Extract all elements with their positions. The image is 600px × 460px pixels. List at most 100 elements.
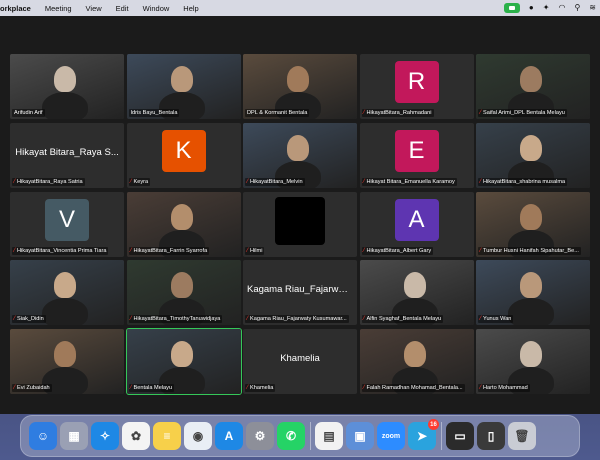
participant-avatar: A — [394, 198, 439, 241]
participant-name-label: ⁄ Harto Mohammad — [478, 384, 530, 392]
muted-mic-icon: ⁄ — [480, 247, 482, 254]
person-head-shape — [54, 66, 76, 92]
dock-app-store-icon[interactable]: A — [215, 422, 243, 450]
participant-name-text: Khamelia — [250, 385, 274, 391]
dock-launchpad-icon[interactable]: ▦ — [60, 422, 88, 450]
muted-mic-icon: ⁄ — [247, 178, 249, 185]
dock-document-icon[interactable]: ▯ — [477, 422, 505, 450]
participant-name-text: Arifudin Arif — [14, 110, 43, 116]
participant-tile[interactable]: E ⁄ Hikayat Bitara_Emanuella Karamoy — [359, 122, 474, 188]
participant-name-text: Bentala Melayu — [133, 385, 173, 391]
muted-mic-icon: ⁄ — [247, 247, 249, 254]
person-body-shape — [42, 92, 88, 119]
person-head-shape — [520, 134, 542, 161]
muted-mic-icon: ⁄ — [363, 178, 365, 185]
dock-trash-icon[interactable]: 🗑 — [508, 422, 536, 450]
participant-tile[interactable]: ⁄ Saifal Arimi_DPL Bentala Melayu — [476, 54, 590, 119]
dock-telegram-icon[interactable]: ➤ 16 — [408, 419, 439, 450]
person-head-shape — [403, 272, 426, 299]
participant-tile[interactable]: Hikayat Bitara_Raya S... ⁄ HikayatBitara_R… — [10, 122, 124, 188]
participant-name-label: ⁄ HikayatBitara_Albert Gary — [361, 246, 434, 255]
participant-tile[interactable]: ⁄ Falah Ramadhan Mohamad_Bentala... — [359, 329, 474, 394]
zoom-status-icon[interactable] — [503, 3, 520, 13]
muted-mic-icon: ⁄ — [247, 316, 249, 323]
participant-tile[interactable]: A ⁄ HikayatBitara_Albert Gary — [359, 191, 474, 257]
participant-name-text: DPL & Kormanit Bentala — [247, 110, 308, 116]
participant-tile[interactable]: Idris Bayu_Bentala — [126, 54, 241, 119]
participant-name-label: ⁄ Tumbur Husni Hanifah Sipahutar_Be... — [478, 246, 581, 255]
person-head-shape — [54, 341, 76, 367]
participant-tile[interactable]: ⁄ HikayatBitara_Farrin Syarrofa — [126, 191, 241, 257]
participant-tile[interactable]: ⁄ Alfin Syaghaf_Bentala Melayu — [359, 260, 474, 326]
participant-name-text: HikayatBitara_Raya Satria — [17, 178, 83, 185]
participant-name-label: ⁄ HikayatBitara_Rahmadani — [361, 109, 434, 117]
participant-name-label: Idris Bayu_Bentala — [128, 109, 180, 117]
person-head-shape — [54, 272, 76, 299]
control-center-icon[interactable]: ≋ — [589, 0, 596, 16]
muted-mic-icon: ⁄ — [14, 178, 16, 185]
dock-separator — [310, 422, 311, 450]
participant-tile[interactable]: R ⁄ HikayatBitara_Rahmadani — [359, 54, 474, 119]
menu-help[interactable]: Help — [176, 4, 205, 13]
menu-meeting[interactable]: Meeting — [38, 4, 79, 13]
participant-name-label: ⁄ Evi Zubaidah — [12, 384, 52, 392]
participant-tile[interactable]: ⁄ Yunus Wan — [476, 260, 590, 326]
participant-name-text: Alfin Syaghaf_Bentala Melayu — [366, 316, 442, 323]
muted-mic-icon: ⁄ — [130, 178, 132, 185]
wifi-icon[interactable]: ◠ — [558, 0, 565, 16]
macos-menu-bar: orkplace Meeting View Edit Window Help ●… — [0, 0, 600, 16]
participant-tile[interactable]: ⁄ Harto Mohammad — [476, 329, 590, 394]
participant-name-text: Hikayat Bitara_Emanuella Karamoy — [366, 178, 455, 185]
participant-name-text: Hilmi — [250, 247, 263, 254]
app-menu[interactable]: orkplace — [0, 4, 38, 13]
participant-name-text: HikayatBitara_Rahmadani — [366, 110, 432, 116]
participant-tile[interactable]: DPL & Kormanit Bentala — [243, 54, 357, 119]
dock-zoom-icon[interactable]: zoom — [377, 422, 405, 450]
dock-photos-icon[interactable]: ✿ — [122, 422, 150, 450]
participant-name-label: ⁄ Kagama Riau_Fajarwaty Kusumawar... — [245, 315, 349, 324]
muted-mic-icon: ⁄ — [247, 385, 249, 391]
dock-chrome-icon[interactable]: ◉ — [184, 422, 212, 450]
participant-name-label: ⁄ HikayatBitara_Raya Satria — [12, 177, 85, 186]
muted-mic-icon: ⁄ — [480, 110, 482, 116]
participant-tile[interactable]: ⁄ Siak_Didin — [10, 260, 124, 326]
participant-avatar: R — [394, 61, 439, 103]
muted-mic-icon: ⁄ — [130, 385, 132, 391]
participant-tile[interactable]: K ⁄ Keyra — [126, 122, 241, 188]
participant-name-text: Tumbur Husni Hanifah Sipahutar_Be... — [483, 247, 579, 254]
dock-notes-icon[interactable]: ≡ — [153, 422, 181, 450]
participant-tile[interactable]: ⁄ Hilmi — [243, 191, 357, 257]
menu-window[interactable]: Window — [136, 4, 177, 13]
dock-system-settings-icon[interactable]: ⚙ — [246, 422, 274, 450]
participant-avatar: K — [161, 129, 206, 172]
participant-tile[interactable]: ⁄ Evi Zubaidah — [10, 329, 124, 394]
search-icon[interactable]: ⚲ — [574, 0, 580, 16]
participant-tile[interactable]: ⁄ Bentala Melayu — [125, 328, 242, 395]
dock-finder-icon[interactable]: ☺ — [29, 422, 57, 450]
participant-tile[interactable]: ⁄ HikayatBitara_Melvin — [243, 122, 357, 188]
participant-tile[interactable]: Kagama Riau_Fajarwat... ⁄ Kagama Riau_Faja… — [243, 260, 357, 326]
participant-tile[interactable]: Arifudin Arif — [10, 54, 124, 119]
bell-icon[interactable]: ● — [529, 0, 534, 16]
status-area: ● ✦ ◠ ⚲ ≋ — [503, 0, 596, 16]
muted-mic-icon: ⁄ — [480, 178, 482, 185]
participant-tile[interactable]: ⁄ HikayatBitara_shabrina musalma — [476, 122, 590, 188]
dock-whatsapp-icon[interactable]: ✆ — [277, 422, 305, 450]
menu-view[interactable]: View — [79, 4, 109, 13]
notification-badge: 16 — [428, 419, 439, 430]
participant-tile[interactable]: ⁄ Tumbur Husni Hanifah Sipahutar_Be... — [476, 191, 590, 257]
participant-tile[interactable]: ⁄ HikayatBitara_TimothyTanuwidjaya — [126, 260, 241, 326]
participant-tile[interactable]: V ⁄ HikayatBitara_Vincentia Prima Tiara — [10, 191, 124, 257]
dock-safari-icon[interactable]: ✧ — [91, 422, 119, 450]
spark-icon[interactable]: ✦ — [543, 0, 550, 16]
participant-display-name: Hikayat Bitara_Raya S... — [15, 146, 119, 158]
dock-camera-window-icon[interactable]: ▭ — [446, 422, 474, 450]
participant-name-label: ⁄ Alfin Syaghaf_Bentala Melayu — [361, 315, 444, 324]
dock-numbers-icon[interactable]: ▤ — [315, 422, 343, 450]
dock-preview-icon[interactable]: ▣ — [346, 422, 374, 450]
participant-name-text: Yunus Wan — [483, 316, 512, 323]
participant-tile[interactable]: Khamelia ⁄ Khamelia — [243, 329, 357, 394]
menu-edit[interactable]: Edit — [109, 4, 136, 13]
person-head-shape — [520, 272, 542, 299]
participant-display-name: Kagama Riau_Fajarwat... — [247, 284, 355, 296]
